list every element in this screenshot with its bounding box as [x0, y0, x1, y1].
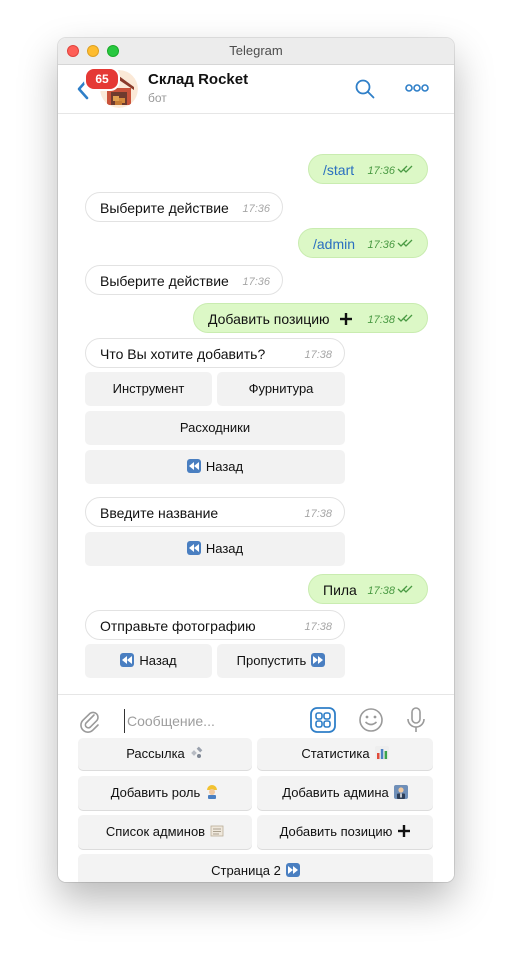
bar-chart-icon [374, 746, 389, 760]
keyboard-button-statistics[interactable]: Статистика [257, 738, 433, 770]
message-incoming[interactable]: Выберите действие 17:36 [85, 192, 283, 222]
message-time: 17:38 [304, 621, 332, 633]
keyboard-button-broadcast[interactable]: Рассылка [78, 738, 252, 770]
inline-button-skip[interactable]: Пропустить [217, 644, 345, 678]
chat-subtitle: бот [148, 91, 167, 105]
plus-icon [340, 313, 352, 325]
inline-button-fittings[interactable]: Фурнитура [217, 372, 345, 406]
message-time: 17:36 [242, 203, 270, 215]
message-outgoing[interactable]: Пила 17:38 [308, 574, 428, 604]
chat-name[interactable]: Склад Rocket [148, 71, 248, 88]
message-text: Что Вы хотите добавить? [100, 346, 266, 362]
inline-button-back[interactable]: Назад [85, 532, 345, 566]
window-title: Telegram [229, 43, 283, 58]
message-text: Добавить позицию [208, 311, 330, 327]
message-text: Пила [323, 582, 357, 598]
rewind-icon [186, 541, 201, 555]
message-time: 17:38 [304, 349, 332, 361]
telegram-window: Telegram 65 Склад Rocket бот /start 17:3… [58, 38, 454, 882]
message-time: 17:36 [367, 239, 395, 251]
unread-badge: 65 [84, 67, 120, 91]
emoji-icon[interactable] [358, 707, 384, 733]
message-text: Выберите действие [100, 200, 229, 216]
worker-icon [207, 785, 218, 799]
reply-keyboard: Рассылка Статистика Добавить роль Добави… [58, 738, 454, 882]
fast-forward-icon [285, 863, 300, 877]
close-window-button[interactable] [67, 45, 79, 57]
message-text: Отправьте фотографию [100, 618, 256, 634]
message-input[interactable] [124, 709, 299, 733]
message-incoming[interactable]: Отправьте фотографию 17:38 [85, 610, 345, 640]
microphone-icon[interactable] [406, 707, 426, 733]
inline-button-back[interactable]: Назад [85, 644, 212, 678]
message-text: Выберите действие [100, 273, 229, 289]
keyboard-button-add-position[interactable]: Добавить позицию [257, 815, 433, 849]
search-icon[interactable] [354, 78, 376, 100]
keyboard-button-add-role[interactable]: Добавить роль [78, 776, 252, 810]
inline-button-tool[interactable]: Инструмент [85, 372, 212, 406]
message-outgoing[interactable]: /admin 17:36 [298, 228, 428, 258]
satellite-icon [190, 746, 203, 758]
read-checkmarks-icon [397, 239, 413, 247]
window-titlebar: Telegram [58, 38, 454, 65]
zoom-window-button[interactable] [107, 45, 119, 57]
message-incoming[interactable]: Что Вы хотите добавить? 17:38 [85, 338, 345, 368]
minimize-window-button[interactable] [87, 45, 99, 57]
message-text: Введите название [100, 505, 219, 521]
plus-icon [398, 825, 411, 837]
message-text: /start [323, 162, 355, 178]
more-icon[interactable] [405, 83, 429, 93]
office-worker-icon [393, 785, 408, 799]
message-time: 17:36 [242, 276, 270, 288]
keyboard-button-admin-list[interactable]: Список админов [78, 815, 252, 849]
inline-button-back[interactable]: Назад [85, 450, 345, 484]
chat-header: 65 Склад Rocket бот [58, 65, 454, 114]
message-incoming[interactable]: Введите название 17:38 [85, 497, 345, 527]
message-time: 17:38 [304, 508, 332, 520]
scroll-icon [210, 825, 224, 837]
keyboard-button-page-2[interactable]: Страница 2 [78, 854, 433, 882]
rewind-icon [186, 459, 201, 473]
message-list[interactable]: /start 17:36 Выберите действие 17:36 /ad… [58, 114, 454, 694]
bot-commands-icon[interactable] [310, 707, 336, 733]
message-time: 17:36 [367, 165, 395, 177]
message-text: /admin [313, 236, 356, 252]
read-checkmarks-icon [397, 165, 413, 173]
message-outgoing[interactable]: Добавить позицию 17:38 [193, 303, 428, 333]
read-checkmarks-icon [397, 585, 413, 593]
message-time: 17:38 [367, 314, 395, 326]
read-checkmarks-icon [397, 314, 413, 322]
paperclip-icon[interactable] [78, 709, 102, 733]
keyboard-button-add-admin[interactable]: Добавить админа [257, 776, 433, 810]
message-incoming[interactable]: Выберите действие 17:36 [85, 265, 283, 295]
message-outgoing[interactable]: /start 17:36 [308, 154, 428, 184]
fast-forward-icon [311, 653, 326, 667]
rewind-icon [120, 653, 135, 667]
message-time: 17:38 [367, 585, 395, 597]
inline-button-consumables[interactable]: Расходники [85, 411, 345, 445]
